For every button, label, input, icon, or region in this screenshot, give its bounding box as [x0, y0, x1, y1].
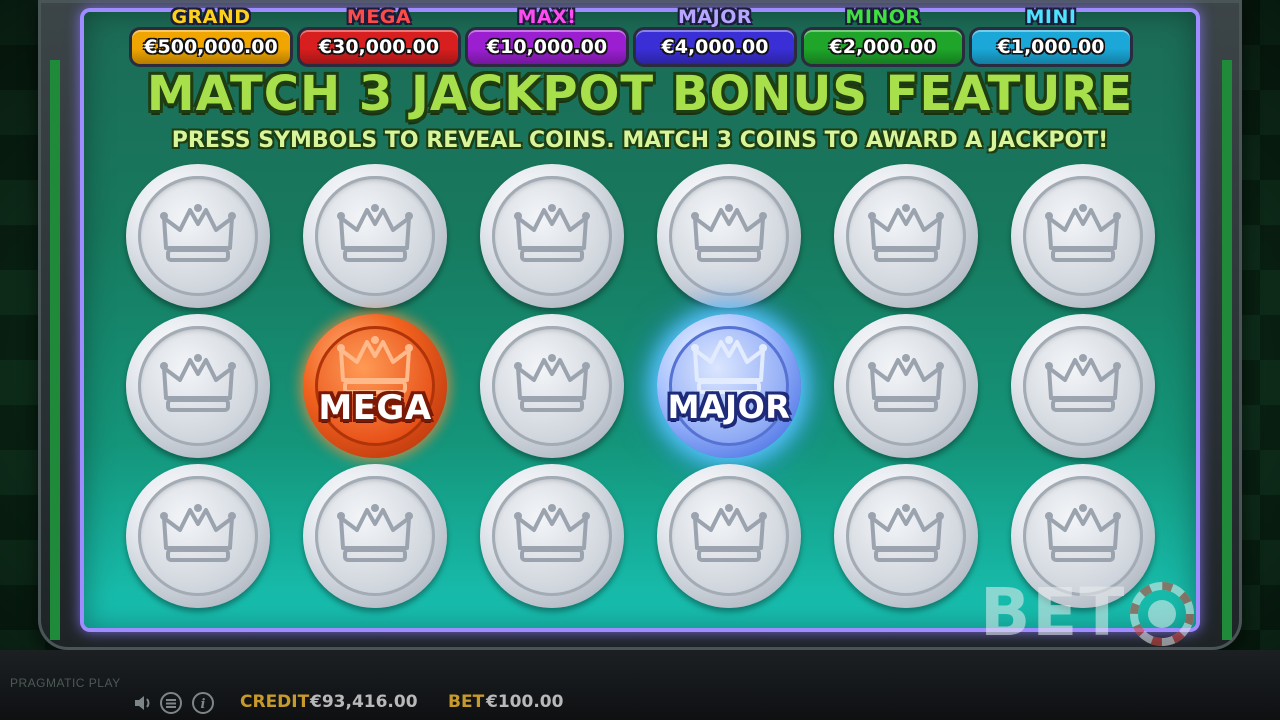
crown-icon — [160, 354, 236, 412]
cabinet-trim-right — [1222, 60, 1232, 640]
credit-value: €93,416.00 — [310, 692, 418, 712]
jackpot-minor: MINOR €2,000.00 — [804, 6, 962, 66]
crown-icon — [337, 336, 413, 394]
chip-icon — [1130, 582, 1194, 646]
crown-icon — [691, 336, 767, 394]
svg-text:i: i — [201, 697, 206, 712]
crown-icon — [337, 204, 413, 262]
info-icon[interactable]: i — [192, 692, 214, 714]
crown-icon — [514, 504, 590, 562]
coin-hidden[interactable] — [834, 464, 978, 608]
crown-icon — [1045, 204, 1121, 262]
jackpot-value: €4,000.00 — [661, 36, 769, 58]
crown-icon — [514, 354, 590, 412]
jackpot-max: MAX! €10,000.00 — [468, 6, 626, 66]
crown-icon — [160, 504, 236, 562]
bottom-bar — [0, 650, 1280, 720]
watermark-logo: BET — [980, 574, 1220, 654]
credit-label: CREDIT — [240, 692, 310, 712]
jackpot-value-box: €2,000.00 — [804, 30, 962, 64]
watermark-text: BET — [980, 574, 1127, 651]
jackpot-mini: MINI €1,000.00 — [972, 6, 1130, 66]
coin-hidden[interactable] — [303, 464, 447, 608]
sound-icon[interactable] — [132, 692, 154, 714]
coin-hidden[interactable] — [480, 314, 624, 458]
coin-hidden[interactable] — [303, 164, 447, 308]
jackpot-value: €30,000.00 — [318, 36, 440, 58]
jackpot-value-box: €10,000.00 — [468, 30, 626, 64]
jackpot-meters: GRAND €500,000.00 MEGA €30,000.00 MAX! €… — [132, 6, 1132, 66]
coin-hidden[interactable] — [657, 464, 801, 608]
coin-hidden[interactable] — [1011, 164, 1155, 308]
jackpot-mega: MEGA €30,000.00 — [300, 6, 458, 66]
jackpot-value-box: €1,000.00 — [972, 30, 1130, 64]
cabinet-trim-left — [50, 60, 60, 640]
coin-hidden[interactable] — [126, 164, 270, 308]
crown-icon — [1045, 354, 1121, 412]
coin-hidden[interactable] — [126, 314, 270, 458]
jackpot-value: €10,000.00 — [486, 36, 608, 58]
coin-hidden[interactable] — [480, 164, 624, 308]
provider-logo: PRAGMATIC PLAY — [10, 676, 121, 690]
coin-label: MEGA — [318, 388, 432, 428]
coin-hidden[interactable] — [834, 314, 978, 458]
crown-icon — [514, 204, 590, 262]
coin-grid: MEGA MAJOR — [126, 164, 1156, 610]
crown-icon — [868, 354, 944, 412]
crown-icon — [337, 504, 413, 562]
bonus-title: MATCH 3 JACKPOT BONUS FEATURE — [146, 66, 1134, 122]
crown-icon — [160, 204, 236, 262]
crown-icon — [691, 204, 767, 262]
jackpot-name: MINOR — [845, 6, 921, 28]
coin-label: MAJOR — [667, 388, 791, 426]
jackpot-major: MAJOR €4,000.00 — [636, 6, 794, 66]
jackpot-name: GRAND — [171, 6, 251, 28]
coin-hidden[interactable] — [834, 164, 978, 308]
jackpot-name: MAX! — [517, 6, 577, 28]
jackpot-name: MINI — [1025, 6, 1077, 28]
menu-icon[interactable] — [160, 692, 182, 714]
coin-revealed-major: MAJOR — [657, 314, 801, 458]
jackpot-value-box: €30,000.00 — [300, 30, 458, 64]
crown-icon — [868, 204, 944, 262]
jackpot-value-box: €4,000.00 — [636, 30, 794, 64]
bet-value: €100.00 — [486, 692, 564, 712]
coin-hidden[interactable] — [1011, 314, 1155, 458]
jackpot-name: MAJOR — [678, 6, 752, 28]
jackpot-value: €2,000.00 — [829, 36, 937, 58]
jackpot-name: MEGA — [346, 6, 412, 28]
jackpot-value-box: €500,000.00 — [132, 30, 290, 64]
coin-hidden[interactable] — [657, 164, 801, 308]
coin-revealed-mega: MEGA — [303, 314, 447, 458]
bonus-instructions: PRESS SYMBOLS TO REVEAL COINS. MATCH 3 C… — [171, 128, 1109, 153]
coin-hidden[interactable] — [480, 464, 624, 608]
crown-icon — [1045, 504, 1121, 562]
coin-hidden[interactable] — [126, 464, 270, 608]
bet-label: BET — [448, 692, 485, 712]
jackpot-grand: GRAND €500,000.00 — [132, 6, 290, 66]
jackpot-value: €500,000.00 — [144, 36, 278, 58]
jackpot-value: €1,000.00 — [997, 36, 1105, 58]
crown-icon — [691, 504, 767, 562]
crown-icon — [868, 504, 944, 562]
